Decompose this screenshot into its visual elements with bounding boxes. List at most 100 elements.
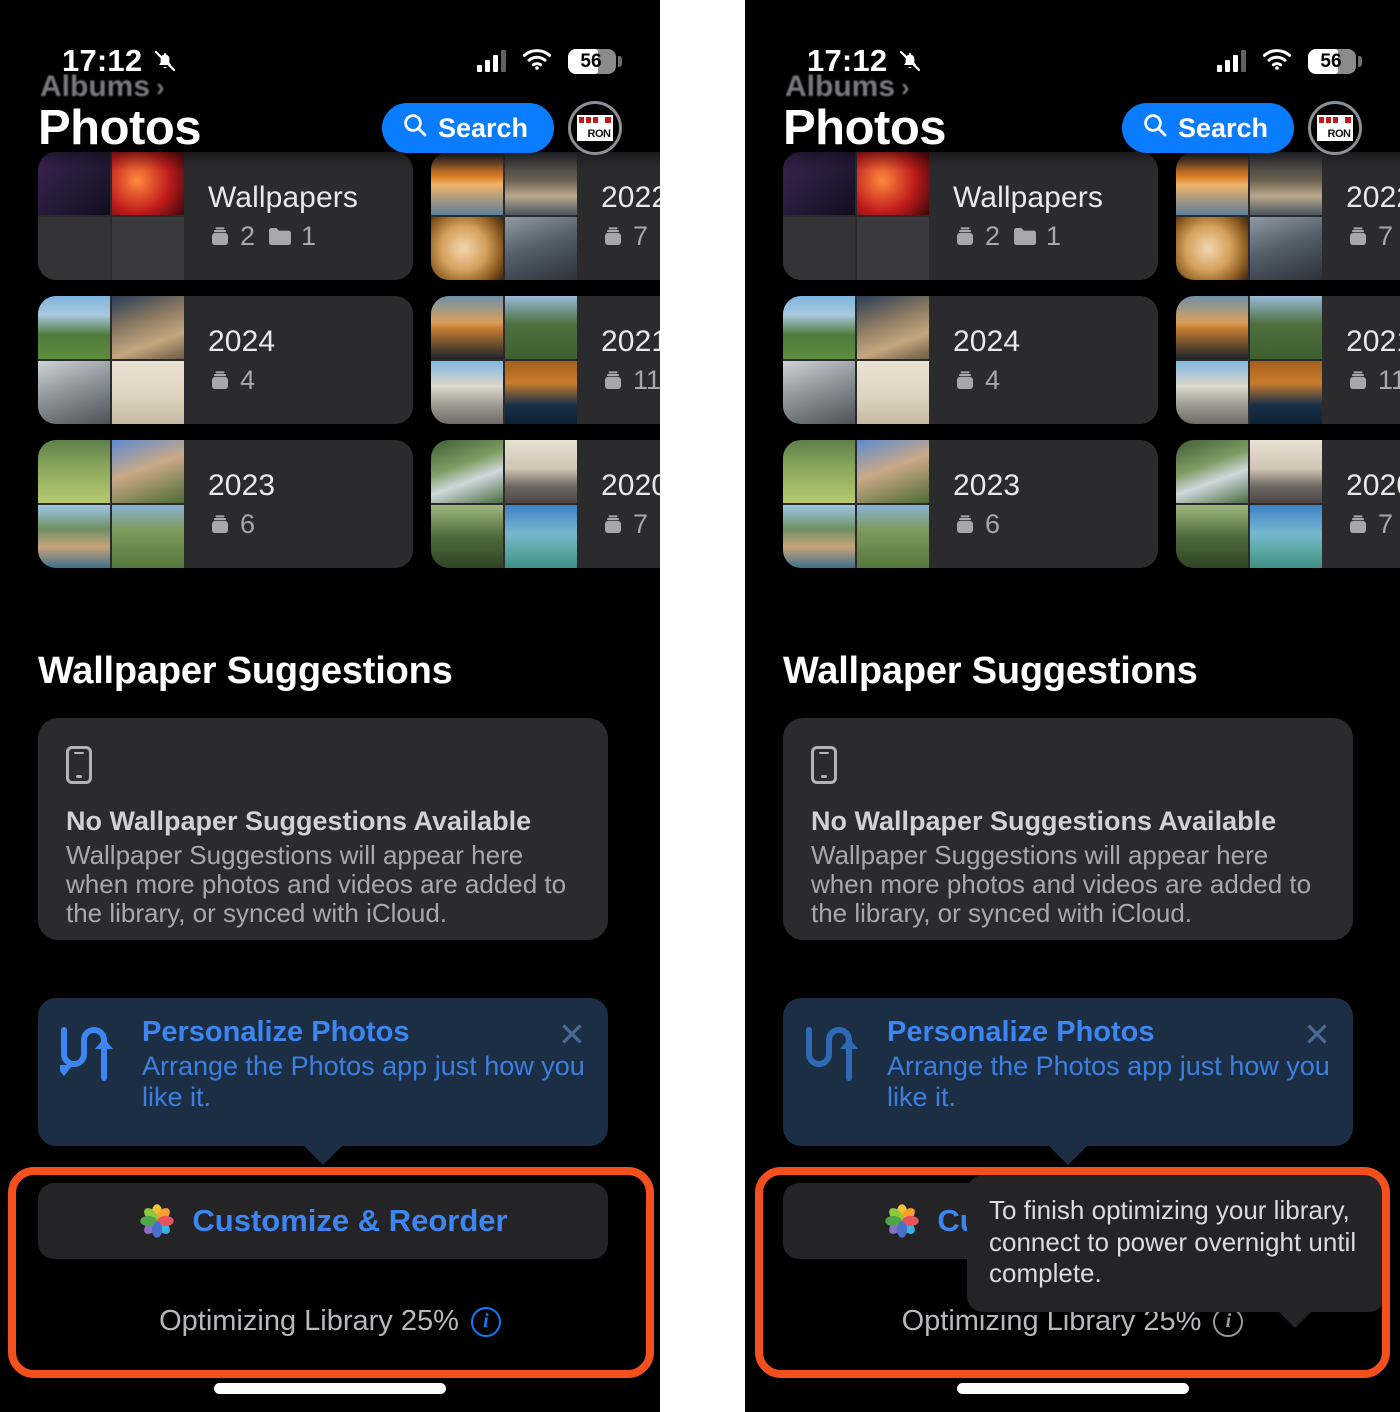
search-label: Search bbox=[1177, 112, 1268, 143]
photo-count-group: 6 bbox=[953, 509, 1000, 540]
avatar[interactable]: RON bbox=[1308, 101, 1362, 155]
album-thumbnails bbox=[783, 152, 929, 280]
photos-app-content-left: Wallpapers 2 1 2022 7 2024 4 2021 11 202… bbox=[0, 0, 660, 1412]
wallpaper-suggestions-empty-card: No Wallpaper Suggestions Available Wallp… bbox=[783, 718, 1353, 940]
banner-pointer bbox=[1048, 1145, 1088, 1165]
photo-count: 7 bbox=[1378, 508, 1394, 539]
reorder-arrows-icon bbox=[805, 1016, 869, 1128]
album-name: 2023 bbox=[208, 468, 276, 502]
banner-subtitle: Arrange the Photos app just how you like… bbox=[142, 1051, 585, 1113]
album-counts: 11 bbox=[601, 365, 660, 396]
album-thumbnails bbox=[38, 296, 184, 424]
close-icon[interactable]: ✕ bbox=[1301, 1018, 1333, 1052]
status-bar-left: 17:12 bbox=[807, 43, 923, 79]
photo-count: 7 bbox=[633, 220, 649, 251]
clock: 17:12 bbox=[62, 43, 143, 78]
photo-count-group: 4 bbox=[953, 365, 1000, 396]
banner-pointer bbox=[303, 1145, 343, 1165]
avatar-logo-text: RON bbox=[587, 128, 611, 140]
photo-count: 2 bbox=[240, 220, 256, 251]
album-card[interactable]: 2024 4 bbox=[38, 296, 413, 424]
folder-count-group: 1 bbox=[267, 221, 316, 252]
album-card[interactable]: 2021 11 bbox=[1176, 296, 1400, 424]
photo-count: 4 bbox=[985, 364, 1001, 395]
tooltip-pointer bbox=[1277, 1310, 1313, 1329]
phone-icon bbox=[811, 746, 837, 784]
album-name: 2020 bbox=[601, 468, 660, 502]
album-name: 2022 bbox=[601, 180, 660, 214]
optimizing-library-tooltip: To finish optimizing your library, conne… bbox=[967, 1175, 1385, 1329]
personalize-photos-banner[interactable]: Personalize Photos Arrange the Photos ap… bbox=[38, 998, 608, 1165]
search-icon bbox=[402, 112, 428, 145]
phone-screenshot-right: Wallpapers 2 1 202 7 2024 4 202 11 2023 … bbox=[745, 0, 1400, 1412]
album-meta: 2024 4 bbox=[184, 296, 413, 424]
album-card[interactable]: 2020 7 bbox=[1176, 440, 1400, 568]
phone-screenshot-left: Wallpapers 2 1 2022 7 2024 4 2021 11 202… bbox=[0, 0, 660, 1412]
avatar[interactable]: RON bbox=[568, 101, 622, 155]
bell-slash-icon bbox=[152, 48, 178, 74]
album-counts: 7 bbox=[1346, 509, 1400, 540]
album-name: 2024 bbox=[208, 324, 276, 358]
banner-title: Personalize Photos bbox=[142, 1016, 410, 1048]
album-card[interactable]: 2024 4 bbox=[783, 296, 1158, 424]
album-counts: 7 bbox=[601, 509, 660, 540]
album-meta: 2022 7 bbox=[577, 152, 660, 280]
photo-count: 11 bbox=[1378, 364, 1400, 395]
search-button[interactable]: Search bbox=[381, 103, 554, 153]
photo-count: 7 bbox=[1378, 220, 1394, 251]
status-bar: 17:12 56 bbox=[0, 0, 660, 92]
empty-state-title: No Wallpaper Suggestions Available bbox=[811, 806, 1277, 836]
album-card[interactable]: Wallpapers 2 1 bbox=[783, 152, 1158, 280]
avatar-logo-text: RON bbox=[1327, 128, 1351, 140]
wifi-icon bbox=[522, 48, 552, 75]
album-card[interactable]: Wallpapers 2 1 bbox=[38, 152, 413, 280]
album-counts: 2 1 bbox=[953, 221, 1158, 252]
album-name: Wallpapers bbox=[953, 180, 1103, 214]
banner-title: Personalize Photos bbox=[887, 1016, 1155, 1048]
photo-count-group: 2 bbox=[953, 221, 1000, 252]
album-meta: 2024 4 bbox=[929, 296, 1158, 424]
customize-label: Customize & Reorder bbox=[192, 1203, 508, 1238]
album-name: 2020 bbox=[1346, 468, 1400, 502]
folder-count-group: 1 bbox=[1012, 221, 1061, 252]
album-name: 2021 bbox=[601, 324, 660, 358]
personalize-photos-banner[interactable]: Personalize Photos Arrange the Photos ap… bbox=[783, 998, 1353, 1165]
photo-count: 7 bbox=[633, 508, 649, 539]
wallpaper-suggestions-title: Wallpaper Suggestions bbox=[783, 650, 1198, 692]
album-meta: 2023 6 bbox=[929, 440, 1158, 568]
photo-count: 2 bbox=[985, 220, 1001, 251]
info-circle-icon[interactable]: i bbox=[470, 1306, 501, 1337]
nav-actions: Search RON bbox=[1121, 101, 1362, 155]
album-thumbnails bbox=[1176, 440, 1322, 568]
photos-app-icon bbox=[138, 1202, 176, 1240]
status-bar: 17:12 56 bbox=[745, 0, 1400, 92]
photo-count-group: 7 bbox=[601, 221, 648, 252]
album-name: 2023 bbox=[953, 468, 1021, 502]
banner-text: Personalize Photos Arrange the Photos ap… bbox=[142, 1016, 586, 1128]
album-thumbnails bbox=[783, 440, 929, 568]
photo-count-group: 11 bbox=[601, 365, 660, 396]
photo-count-group: 7 bbox=[1346, 221, 1393, 252]
close-icon[interactable]: ✕ bbox=[556, 1018, 588, 1052]
album-card[interactable]: 2022 7 bbox=[431, 152, 660, 280]
stack-icon bbox=[1346, 512, 1370, 536]
photo-count: 6 bbox=[985, 508, 1001, 539]
wifi-icon bbox=[1262, 48, 1292, 75]
customize-and-reorder-button[interactable]: Customize & Reorder bbox=[38, 1183, 608, 1259]
avatar-logo-bars bbox=[1319, 117, 1338, 123]
album-meta: 2022 7 bbox=[1322, 152, 1400, 280]
photo-count-group: 11 bbox=[1346, 365, 1400, 396]
photo-count: 4 bbox=[240, 364, 256, 395]
search-button[interactable]: Search bbox=[1121, 103, 1294, 153]
album-card[interactable]: 2020 7 bbox=[431, 440, 660, 568]
album-card[interactable]: 2023 6 bbox=[38, 440, 413, 568]
battery-indicator: 56 bbox=[1308, 48, 1362, 74]
album-card[interactable]: 2021 11 bbox=[431, 296, 660, 424]
albums-grid: Wallpapers 2 bbox=[38, 152, 660, 568]
album-counts: 2 1 bbox=[208, 221, 413, 252]
avatar-logo-dot bbox=[605, 117, 611, 123]
album-card[interactable]: 2022 7 bbox=[1176, 152, 1400, 280]
banner-text: Personalize Photos Arrange the Photos ap… bbox=[887, 1016, 1331, 1128]
photo-count-group: 4 bbox=[208, 365, 255, 396]
album-card[interactable]: 2023 6 bbox=[783, 440, 1158, 568]
